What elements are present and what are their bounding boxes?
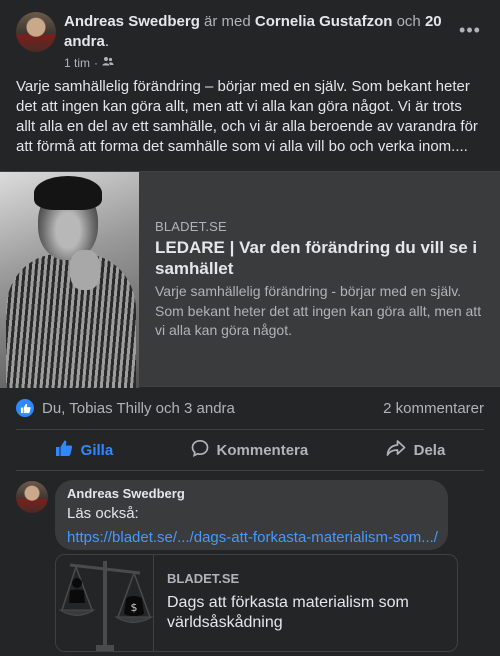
like-button[interactable]: Gilla [43, 433, 126, 467]
author-name[interactable]: Andreas Swedberg [64, 13, 200, 30]
more-options-button[interactable]: ••• [456, 18, 484, 42]
like-label: Gilla [80, 441, 114, 459]
tagged-name[interactable]: Cornelia Gustafzon [255, 13, 393, 30]
comment-bubble: Andreas Swedberg Läs också: https://blad… [55, 480, 448, 550]
action-bar: Gilla Kommentera Dela [16, 432, 484, 468]
comment-count[interactable]: 2 kommentarer [383, 400, 484, 417]
comment-author[interactable]: Andreas Swedberg [67, 486, 436, 502]
with-word: är med [204, 13, 251, 30]
comment-label: Kommentera [216, 441, 309, 459]
comment-text: Läs också: [67, 505, 139, 522]
commenter-avatar[interactable] [16, 481, 48, 513]
comment-link-card[interactable]: $ BLADET.SE Dags att förkasta materialis… [55, 554, 458, 652]
friends-icon [102, 55, 114, 70]
like-reaction-icon [16, 399, 34, 417]
link-source: BLADET.SE [155, 219, 227, 234]
comment-card-source: BLADET.SE [167, 571, 240, 586]
link-title: LEDARE | Var den förändring du vill se i… [155, 238, 478, 278]
author-line: Andreas Swedberg är med Cornelia Gustafz… [64, 12, 454, 52]
reaction-names[interactable]: Du, Tobias Thilly och 3 andra [42, 400, 235, 417]
period: . [104, 33, 110, 50]
link-preview-image [0, 172, 139, 388]
post-text: Varje samhällelig förändring – börjar me… [16, 78, 478, 155]
meta-dot: · [94, 55, 99, 70]
author-avatar[interactable] [16, 12, 56, 52]
reactions-bar: Du, Tobias Thilly och 3 andra 2 kommenta… [16, 397, 484, 419]
comment-icon [191, 439, 209, 461]
link-description: Varje samhällelig förändring - börjar me… [155, 283, 482, 338]
actions-divider-bottom [16, 470, 484, 471]
share-button[interactable]: Dela [374, 433, 458, 467]
link-preview-card[interactable]: BLADET.SE LEDARE | Var den förändring du… [0, 171, 500, 388]
comment-card-title: Dags att förkasta materialism som världs… [167, 594, 409, 631]
post-header: Andreas Swedberg är med Cornelia Gustafz… [16, 12, 484, 70]
thumbs-up-icon [55, 439, 73, 461]
comment-link[interactable]: https://bladet.se/.../dags-att-forkasta-… [67, 528, 438, 547]
share-label: Dela [413, 441, 446, 459]
share-icon [386, 439, 406, 461]
more-icon: ••• [459, 19, 481, 40]
scale-icon: $ [56, 555, 154, 651]
actions-divider-top [16, 429, 484, 430]
svg-text:$: $ [131, 601, 138, 614]
comment-button[interactable]: Kommentera [179, 433, 321, 467]
post-time[interactable]: 1 tim [64, 56, 90, 70]
post-meta: 1 tim · [64, 55, 114, 70]
and-word: och [396, 13, 421, 30]
